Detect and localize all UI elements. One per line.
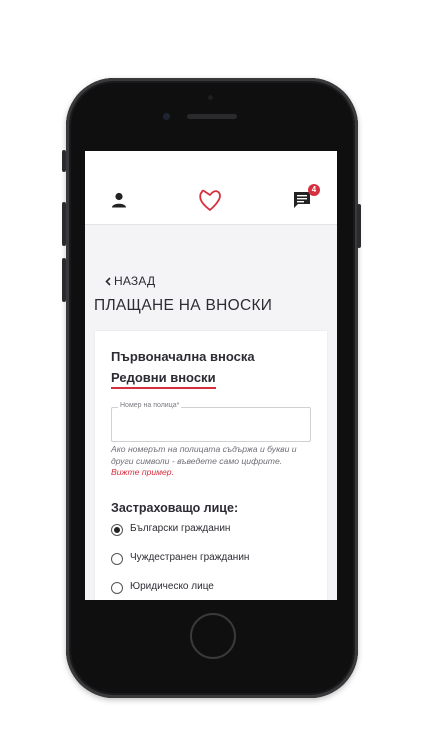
insured-person-label: Застраховащо лице: [111,501,239,515]
chevron-left-icon [105,277,111,286]
back-link[interactable]: НАЗАД [105,274,155,288]
notification-badge: 4 [308,184,320,196]
tab-initial-payment[interactable]: Първоначална вноска [111,349,255,364]
radio-button[interactable] [111,553,123,565]
tab-regular-payments[interactable]: Редовни вноски [111,370,216,389]
app-header: 4 [85,151,337,225]
radio-button[interactable] [111,582,123,594]
volume-down-button [62,258,66,302]
home-button[interactable] [190,613,236,659]
mute-switch [62,150,66,172]
heart-logo-icon[interactable] [198,189,222,212]
radio-label: Юридическо лице [130,581,214,592]
power-button [357,204,361,248]
page-title: ПЛАЩАНЕ НА ВНОСКИ [94,297,273,314]
phone-screen: 4 НАЗАД ПЛАЩАНЕ НА ВНОСКИ Първоначална в… [85,151,337,600]
user-icon[interactable] [111,192,127,208]
front-sensor [208,95,213,100]
front-camera [163,113,170,120]
see-example-link[interactable]: Вижте пример. [111,467,174,477]
back-label: НАЗАД [114,274,156,288]
radio-label: Български гражданин [130,523,231,534]
policy-help-text: Ако номерът на полицата съдържа и букви … [111,444,297,466]
policy-number-field[interactable]: Номер на полица* [111,402,311,442]
radio-button-checked[interactable] [111,524,123,536]
payment-form-card: Първоначална вноска Редовни вноски Номер… [95,331,327,600]
volume-up-button [62,202,66,246]
earpiece-speaker [187,114,237,119]
radio-label: Чуждестранен гражданин [130,552,250,563]
policy-number-label: Номер на полица* [118,402,182,409]
